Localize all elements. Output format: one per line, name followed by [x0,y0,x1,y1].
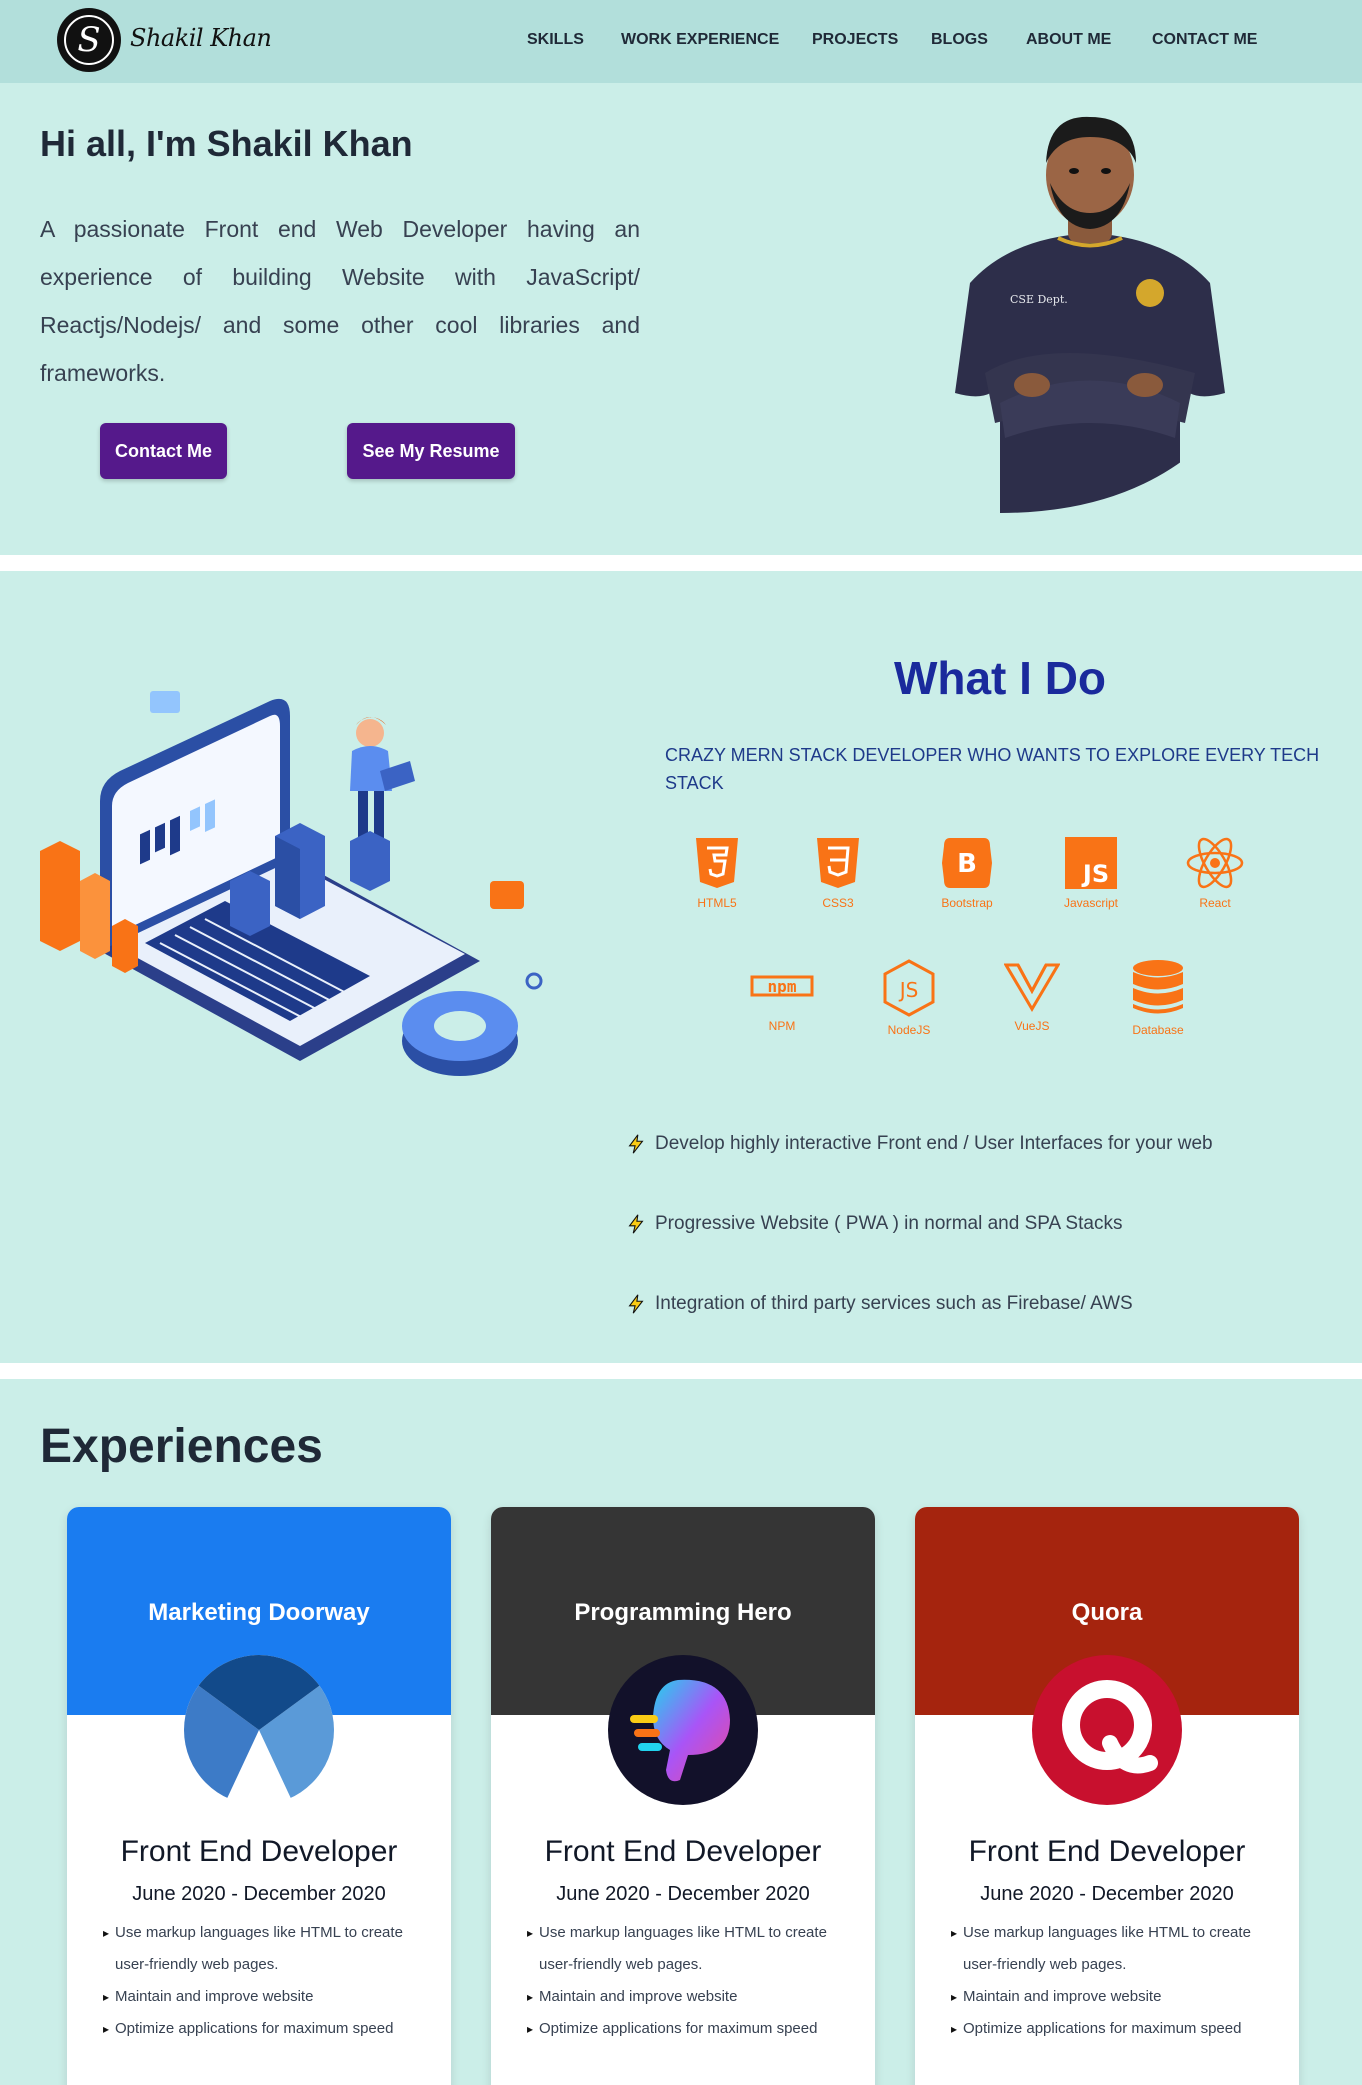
experiences-section: Experiences Marketing Doorway Front End … [0,1379,1362,2085]
nav-link-blogs[interactable]: BLOGS [931,31,988,49]
database-icon [1133,960,1183,1014]
service-item: Integration of third party services such… [625,1293,1133,1315]
duty-item: Optimize applications for maximum speed [951,2013,1281,2045]
skill-label: Bootstrap [941,896,993,910]
react-icon [1186,837,1244,889]
skill-vuejs: VueJS [987,959,1077,1059]
skill-javascript: JS Javascript [1046,836,1136,936]
job-duties: Use markup languages like HTML to create… [103,1917,433,2045]
svg-text:CSE Dept.: CSE Dept. [1010,293,1068,306]
skill-label: React [1199,896,1231,910]
skill-label: Javascript [1063,896,1119,910]
navbar: S Shakil Khan SKILLS WORK EXPERIENCE PRO… [0,0,1362,83]
service-text: Develop highly interactive Front end / U… [655,1133,1213,1154]
duty-item: Optimize applications for maximum speed [527,2013,857,2045]
duty-item: Use markup languages like HTML to create… [103,1917,433,1981]
nav-link-skills[interactable]: SKILLS [527,31,584,49]
what-i-do-title: What I Do [893,652,1107,704]
section-divider [0,1363,1362,1379]
skill-npm: npm NPM [737,959,827,1059]
experience-card-quora[interactable]: Quora Front End Developer June 2020 - De… [915,1507,1299,2085]
job-duties: Use markup languages like HTML to create… [527,1917,857,2045]
profile-photo: CSE Dept. [955,116,1225,513]
skill-database: Database [1113,959,1203,1059]
experiences-heading: Experiences [40,1420,323,1473]
skill-react: React [1170,836,1260,936]
lightning-icon [628,1294,644,1314]
svg-text:B: B [957,849,977,879]
javascript-icon: JS [1065,837,1117,889]
service-text: Progressive Website ( PWA ) in normal an… [655,1213,1123,1234]
svg-text:npm: npm [768,977,797,996]
experience-card-marketing-doorway[interactable]: Marketing Doorway Front End Developer Ju… [67,1507,451,2085]
html5-icon [696,838,738,888]
service-text: Integration of third party services such… [655,1293,1133,1314]
developer-illustration [40,691,543,1076]
duty-item: Use markup languages like HTML to create… [951,1917,1281,1981]
skill-html5: HTML5 [672,836,762,936]
skill-label: NPM [768,1019,796,1033]
skill-bootstrap: B Bootstrap [922,836,1012,936]
marketing-doorway-logo-icon [184,1655,334,1805]
vuejs-icon [1004,963,1060,1012]
quora-logo-icon [1032,1655,1182,1805]
bootstrap-icon: B [942,838,992,888]
service-item: Progressive Website ( PWA ) in normal an… [625,1213,1122,1235]
job-date: June 2020 - December 2020 [132,1883,386,1905]
job-role: Front End Developer [120,1835,398,1868]
job-date: June 2020 - December 2020 [980,1883,1234,1905]
duty-item: Optimize applications for maximum speed [103,2013,433,2045]
duty-item: Maintain and improve website [951,1981,1281,2013]
npm-icon: npm [750,975,814,997]
job-duties: Use markup languages like HTML to create… [951,1917,1281,2045]
skill-label: Database [1132,1023,1184,1037]
nav-link-about-me[interactable]: ABOUT ME [1026,31,1111,49]
skill-label: HTML5 [697,896,737,910]
hero-description: A passionate Front end Web Developer hav… [40,216,640,386]
company-name: Programming Hero [574,1599,792,1626]
company-name: Marketing Doorway [148,1599,370,1626]
service-item: Develop highly interactive Front end / U… [625,1133,1213,1155]
lightning-icon [628,1134,644,1154]
nav-link-contact-me[interactable]: CONTACT ME [1152,31,1257,49]
section-divider [0,555,1362,571]
svg-text:JS: JS [1081,860,1109,888]
see-resume-button[interactable]: See My Resume [347,423,515,479]
what-i-do-section: What I Do CRAZY MERN STACK DEVELOPER WHO… [0,571,1362,1363]
lightning-icon [628,1214,644,1234]
nav-link-work-experience[interactable]: WORK EXPERIENCE [621,31,779,49]
skill-label: NodeJS [887,1023,931,1037]
nav-links: SKILLS WORK EXPERIENCE PROJECTS BLOGS AB… [0,31,1362,53]
what-i-do-subtitle: CRAZY MERN STACK DEVELOPER WHO WANTS TO … [665,745,1320,793]
nodejs-icon: JS [883,959,935,1017]
experience-card-programming-hero[interactable]: Programming Hero Front End Developer Jun… [491,1507,875,2085]
skill-css3: CSS3 [793,836,883,936]
nav-link-projects[interactable]: PROJECTS [812,31,898,49]
duty-item: Use markup languages like HTML to create… [527,1917,857,1981]
programming-hero-logo-icon [608,1655,758,1805]
hero-section: Hi all, I'm Shakil Khan A passionate Fro… [0,83,1362,555]
skill-label: CSS3 [822,896,854,910]
skill-nodejs: JS NodeJS [864,959,954,1059]
job-role: Front End Developer [968,1835,1246,1868]
skill-label: VueJS [1014,1019,1050,1033]
duty-item: Maintain and improve website [527,1981,857,2013]
contact-me-button[interactable]: Contact Me [100,423,227,479]
duty-item: Maintain and improve website [103,1981,433,2013]
job-role: Front End Developer [544,1835,822,1868]
job-date: June 2020 - December 2020 [556,1883,810,1905]
css3-icon [817,838,859,888]
company-name: Quora [1071,1599,1143,1626]
hero-title: Hi all, I'm Shakil Khan [40,123,413,164]
svg-text:JS: JS [898,978,919,1002]
